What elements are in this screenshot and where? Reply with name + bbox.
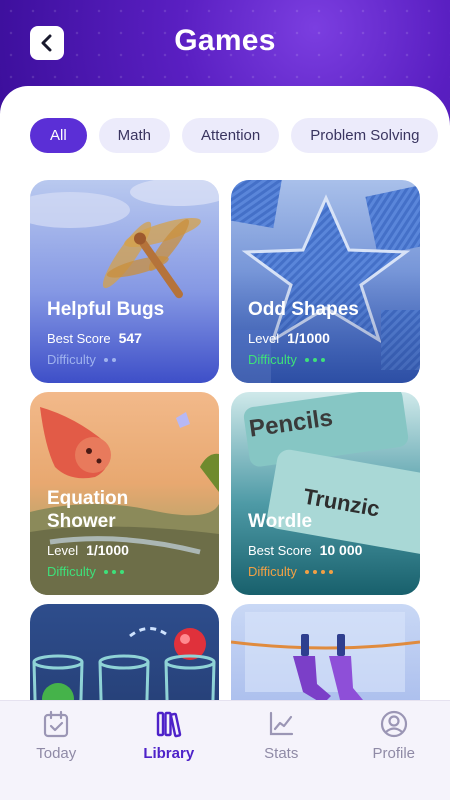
filter-chip-math[interactable]: Math [98, 118, 171, 153]
difficulty-label: Difficulty [47, 564, 96, 579]
difficulty-dots [103, 569, 124, 574]
game-card-wordle[interactable]: Pencils Trunzic Wordle Best Score 10 000… [231, 392, 420, 595]
tab-today[interactable]: Today [0, 701, 113, 800]
filter-chip-problem-solving[interactable]: Problem Solving [291, 118, 439, 153]
filter-chip-all[interactable]: All [30, 118, 87, 153]
game-stat: Level 1/1000 [248, 330, 330, 346]
stat-value: 547 [118, 330, 142, 346]
page-title: Games [174, 24, 276, 57]
game-stat: Best Score 10 000 [248, 542, 362, 558]
game-stat: Level 1/1000 [47, 542, 129, 558]
tab-stats[interactable]: Stats [225, 701, 338, 800]
game-title: Helpful Bugs [47, 299, 165, 320]
filter-chips: All Math Attention Problem Solving [30, 118, 439, 153]
difficulty-row: Difficulty [47, 352, 116, 367]
bottom-tab-bar: Today Library Stats Profile [0, 700, 450, 800]
stat-label: Level [47, 543, 79, 558]
game-card-equation-shower[interactable]: Equation Shower Level 1/1000 Difficulty [30, 392, 219, 595]
stat-value: 1/1000 [287, 330, 330, 346]
difficulty-label: Difficulty [47, 352, 96, 367]
tab-profile[interactable]: Profile [338, 701, 450, 800]
game-card-helpful-bugs[interactable]: Helpful Bugs Best Score 547 Difficulty [30, 180, 219, 383]
stat-label: Best Score [47, 331, 111, 346]
tab-label: Profile [372, 745, 416, 762]
game-title: Odd Shapes [248, 299, 359, 320]
difficulty-dots [103, 357, 116, 362]
game-title: Equation Shower [47, 488, 129, 532]
game-card-odd-shapes[interactable]: Odd Shapes Level 1/1000 Difficulty [231, 180, 420, 383]
tab-label: Library [143, 745, 195, 762]
stat-value: 1/1000 [86, 542, 129, 558]
difficulty-dots [304, 357, 325, 362]
game-stat: Best Score 547 [47, 330, 142, 346]
difficulty-row: Difficulty [47, 564, 124, 579]
difficulty-dots [304, 569, 333, 574]
user-icon [380, 710, 407, 738]
content-sheet: All Math Attention Problem Solving Helpf… [0, 86, 450, 800]
stat-value: 10 000 [319, 542, 363, 558]
game-title: Wordle [248, 511, 313, 532]
tab-library[interactable]: Library [113, 701, 226, 800]
stat-label: Best Score [248, 543, 312, 558]
difficulty-label: Difficulty [248, 352, 297, 367]
calendar-check-icon [44, 710, 69, 738]
library-icon [156, 711, 181, 738]
tab-label: Stats [264, 745, 299, 762]
tab-label: Today [36, 745, 77, 762]
filter-chip-attention[interactable]: Attention [182, 118, 280, 153]
difficulty-label: Difficulty [248, 564, 297, 579]
difficulty-row: Difficulty [248, 564, 333, 579]
chart-icon [270, 711, 294, 736]
difficulty-row: Difficulty [248, 352, 325, 367]
stat-label: Level [248, 331, 280, 346]
